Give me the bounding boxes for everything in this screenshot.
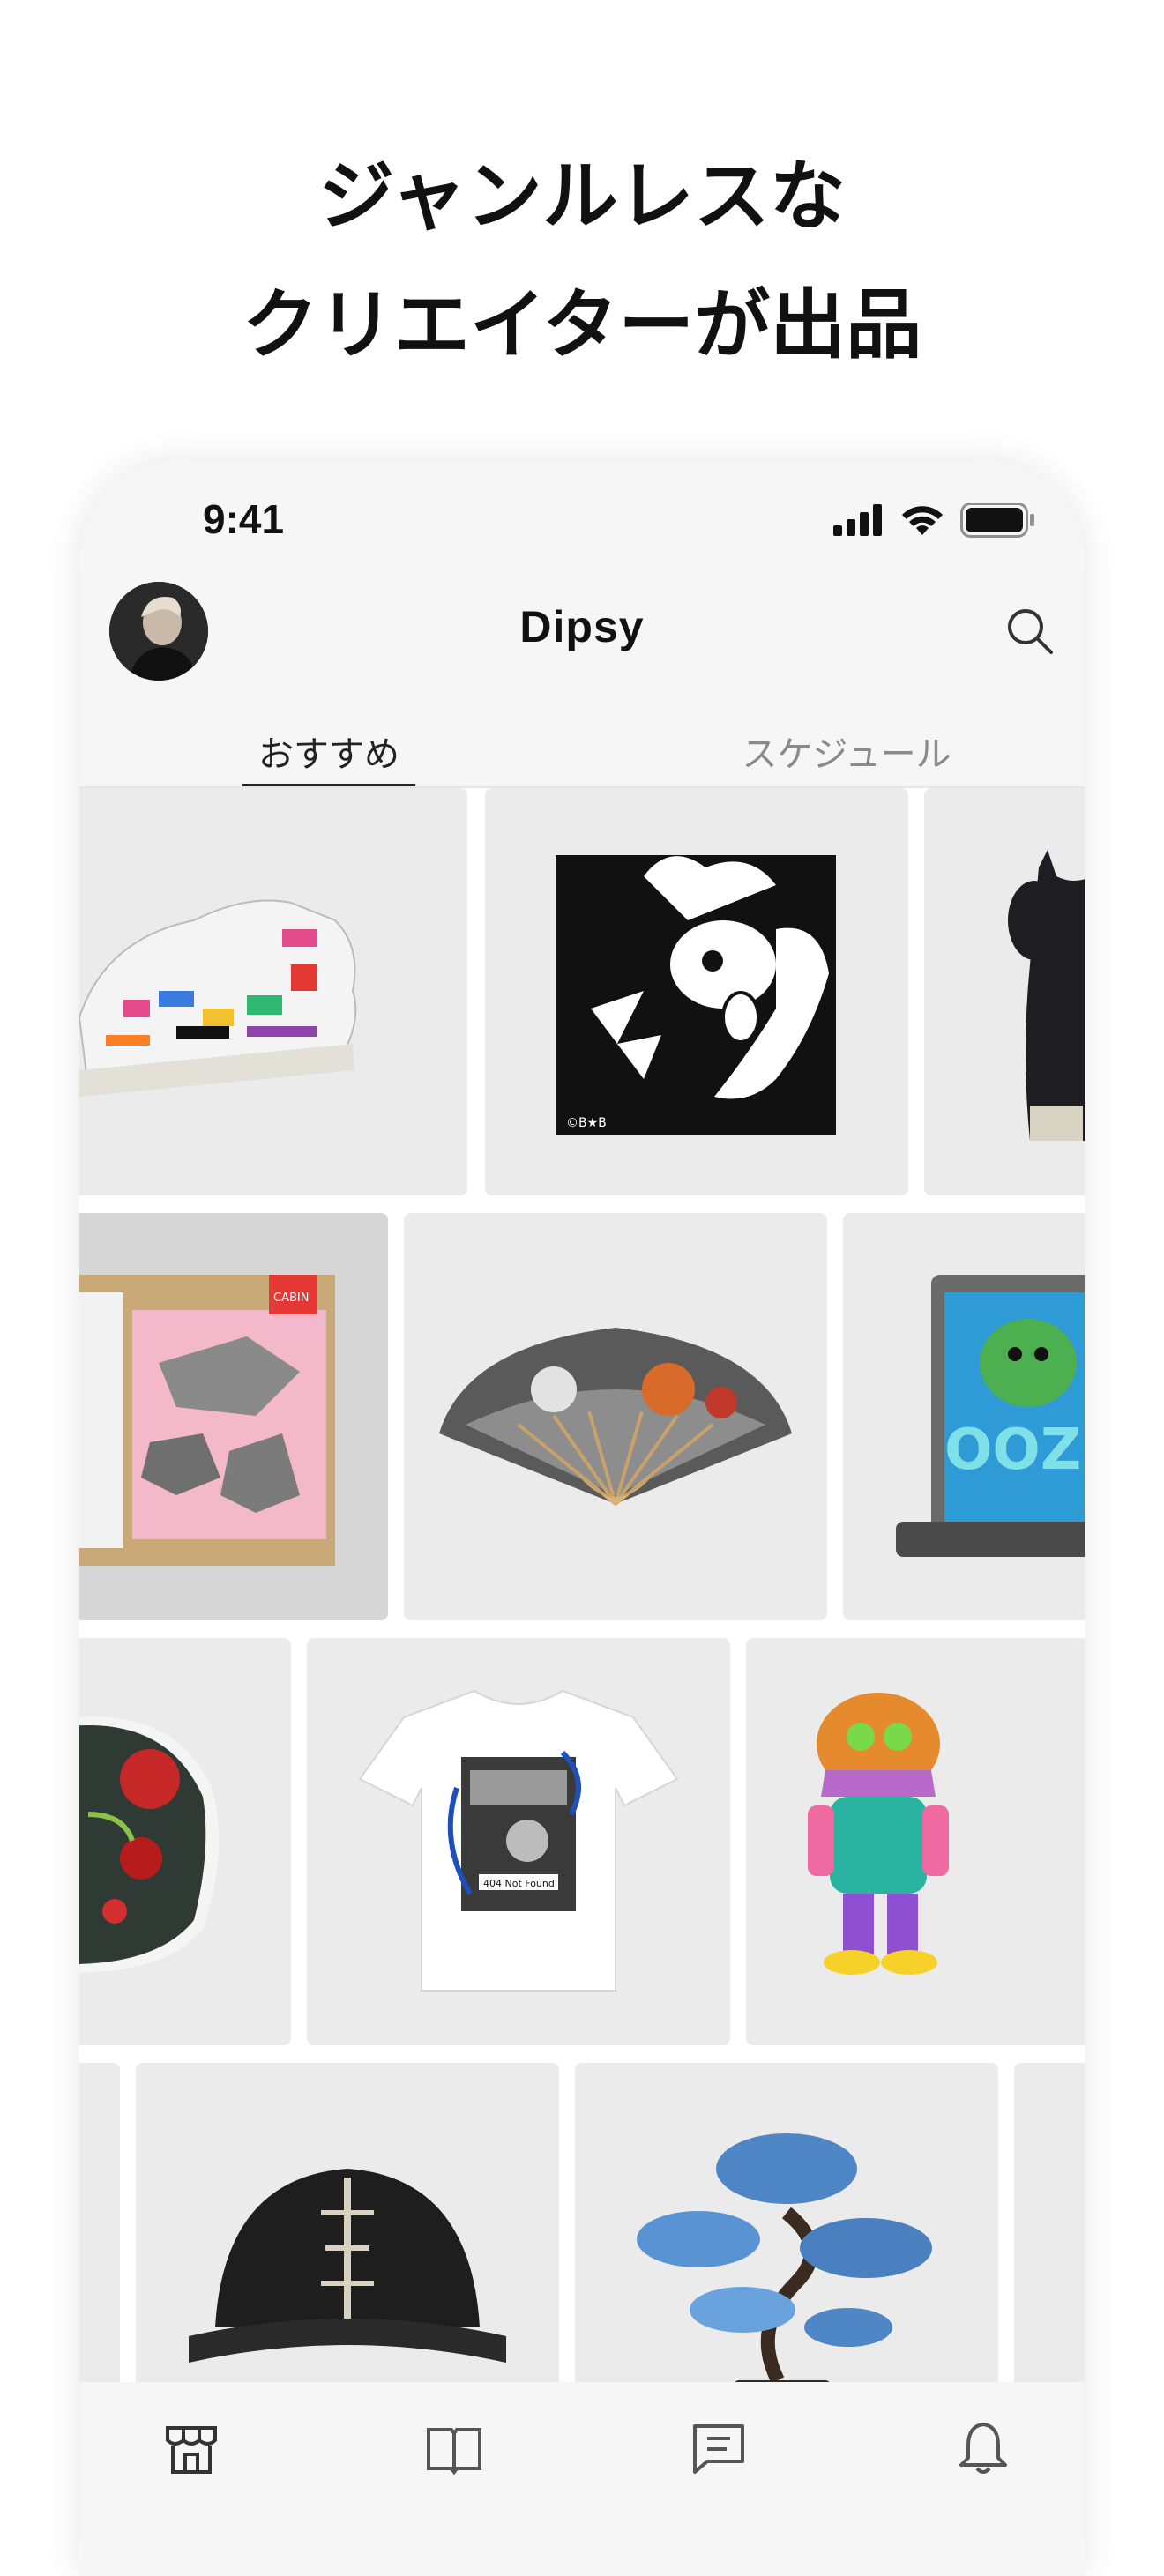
battery-icon <box>960 503 1034 538</box>
rock-collage-art-image[interactable]: CABIN <box>79 1213 388 1620</box>
cabin-label: CABIN <box>273 1292 309 1305</box>
status-bar: 9:41 <box>79 460 1085 575</box>
folding-fan-image[interactable] <box>404 1213 827 1620</box>
tab-schedule[interactable]: スケジュール <box>732 698 961 786</box>
wifi-icon <box>902 506 943 535</box>
tab-recommended[interactable]: おすすめ <box>242 698 415 786</box>
app-logo: Dipsy <box>519 602 645 651</box>
store-icon[interactable] <box>160 2417 222 2479</box>
tab-bar: おすすめ スケジュール <box>79 698 1085 788</box>
black-figure-image[interactable] <box>924 788 1085 1195</box>
artist-mark: ©B★B <box>566 1116 607 1130</box>
promo-headline: ジャンルレスな クリエイターが出品 <box>0 132 1164 390</box>
edge-card-right[interactable] <box>1014 2063 1085 2384</box>
bottom-nav <box>79 2382 1085 2576</box>
colorful-figure-image[interactable] <box>746 1638 1085 2045</box>
ooze-label: OOZE <box>944 1418 1085 1483</box>
book-icon[interactable] <box>423 2417 485 2479</box>
shirt-print-text: 404 Not Found <box>483 1878 555 1889</box>
status-time: 9:41 <box>203 496 285 542</box>
printed-tshirt-image[interactable]: 404 Not Found <box>307 1638 730 2045</box>
search-icon[interactable] <box>1002 603 1058 659</box>
cellular-signal-icon <box>833 504 882 536</box>
slabbed-card-image[interactable]: OOZE <box>843 1213 1085 1620</box>
bell-icon[interactable] <box>952 2417 1014 2479</box>
status-icons <box>833 501 1036 540</box>
peony-art-image[interactable] <box>79 1638 291 2045</box>
promo-line-2: クリエイターが出品 <box>242 281 922 369</box>
black-cap-image[interactable] <box>136 2063 559 2384</box>
product-grid: ©B★B CABIN OOZ 404 Not Found <box>79 788 1085 2384</box>
promo-line-1: ジャンルレスな <box>318 153 846 241</box>
bonsai-image[interactable] <box>575 2063 998 2384</box>
graffiti-sneaker-image[interactable] <box>79 788 467 1195</box>
message-icon[interactable] <box>688 2417 750 2479</box>
black-white-cartoon-art-image[interactable]: ©B★B <box>485 788 908 1195</box>
edge-card-left[interactable] <box>79 2063 120 2384</box>
phone-frame: 9:41 Dipsy おすすめ スケジュール ©B★B CABIN OOZ 40… <box>79 460 1085 2576</box>
